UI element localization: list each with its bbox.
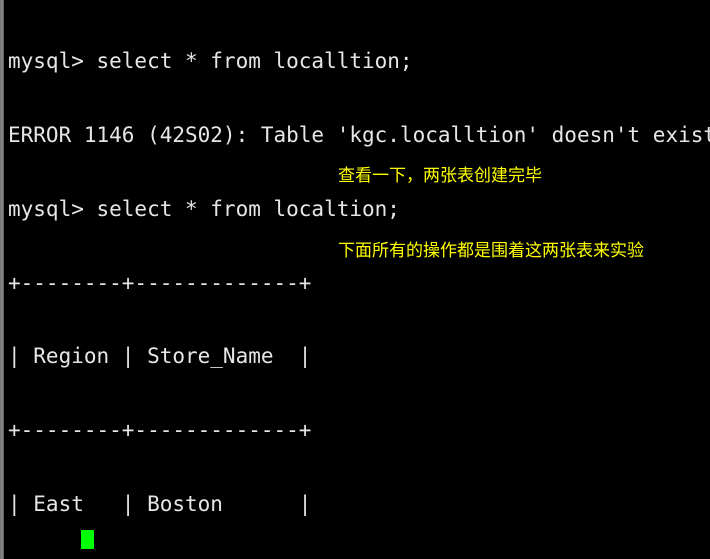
annotation-line-1: 查看一下，两张表创建完毕 [338,166,542,186]
scrollbar-gutter[interactable] [0,0,4,559]
annotation-line-2: 下面所有的操作都是围着这两张表来实验 [338,241,644,261]
terminal-line: | Region | Store_Name | [8,344,312,369]
text-cursor [81,530,94,549]
terminal-line: +--------+-------------+ [8,418,312,443]
annotation-overlay: 查看一下，两张表创建完毕 下面所有的操作都是围着这两张表来实验 [338,114,644,314]
terminal-line: mysql> select * from localltion; [8,49,413,74]
terminal-line: | East | Boston | [8,491,312,516]
mysql-terminal-window[interactable]: mysql> select * from localltion; ERROR 1… [0,0,710,559]
